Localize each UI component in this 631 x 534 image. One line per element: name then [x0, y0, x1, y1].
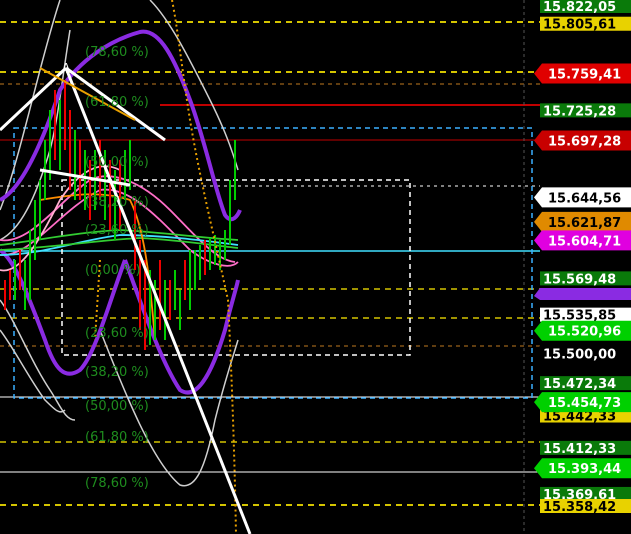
price-tag: 15.822,05	[540, 0, 631, 15]
fib-label: (50,00 %)	[85, 155, 149, 170]
trendlines	[0, 66, 252, 534]
candles	[4, 80, 236, 350]
price-tag: 15.520,96	[534, 320, 631, 341]
price-tag: 15.472,34	[540, 376, 631, 392]
price-chart[interactable]: A (78,60 %) (61,80 %) (50,00 %) (38,20 %…	[0, 0, 631, 534]
price-tag: 15.500,00	[539, 345, 631, 362]
fib-label: (38,20 %)	[85, 365, 149, 380]
fib-label: (23,60 %)	[85, 223, 149, 238]
price-tag-label: 15.569,48	[543, 272, 616, 287]
price-tag: 15.621,87	[534, 211, 631, 232]
price-tag-label: 15.393,44	[548, 462, 621, 477]
price-tag: 15.358,42	[540, 499, 631, 515]
price-tag: 15.412,33	[540, 440, 631, 457]
axis-pointers	[534, 288, 631, 300]
price-tag: 15.759,41	[534, 63, 631, 84]
fib-label: (38,20 %)	[85, 195, 149, 210]
price-tag-label: 15.621,87	[548, 216, 621, 231]
fib-label: (78,60 %)	[85, 476, 149, 491]
price-tag-label: 15.472,34	[543, 377, 616, 392]
price-tag-label: 15.725,28	[543, 104, 616, 119]
price-tag-label: 15.759,41	[548, 68, 621, 83]
price-tag-label: 15.500,00	[543, 347, 616, 362]
price-tag-label: 15.644,56	[548, 191, 621, 206]
price-tag-label: 15.454,73	[548, 396, 621, 411]
fib-label: (61,80 %)	[85, 95, 149, 110]
fib-label: (50,00 %)	[85, 399, 149, 414]
price-tag: 15.569,48	[540, 271, 631, 287]
fib-label: (61,80 %)	[85, 430, 149, 445]
price-tag-label: 15.520,96	[548, 325, 621, 340]
price-tag: 15.697,28	[534, 130, 631, 151]
price-tag-label: 15.822,05	[543, 0, 616, 15]
price-tag-label: 15.604,71	[548, 234, 621, 249]
price-tag: 15.725,28	[540, 103, 631, 119]
price-tag-label: 15.805,61	[543, 18, 616, 33]
price-tag: 15.805,61	[540, 16, 631, 33]
price-tag: 15.454,73	[534, 392, 631, 413]
fib-label: (23,60 %)	[85, 326, 149, 341]
wave-label-a: A	[62, 61, 71, 75]
price-tag: 15.393,44	[534, 458, 631, 479]
price-tag-label: 15.412,33	[543, 442, 616, 457]
price-axis: 15.822,05 15.805,61 15.725,28 15.569,48 15.5…	[534, 0, 631, 515]
fib-label: (78,60 %)	[85, 45, 149, 60]
price-tag: 15.604,71	[534, 230, 631, 251]
fib-label: (0,00 %)	[85, 263, 141, 278]
price-tag: 15.644,56	[534, 187, 631, 208]
price-tag-label: 15.358,42	[543, 500, 616, 515]
price-tag-label: 15.697,28	[548, 135, 621, 150]
